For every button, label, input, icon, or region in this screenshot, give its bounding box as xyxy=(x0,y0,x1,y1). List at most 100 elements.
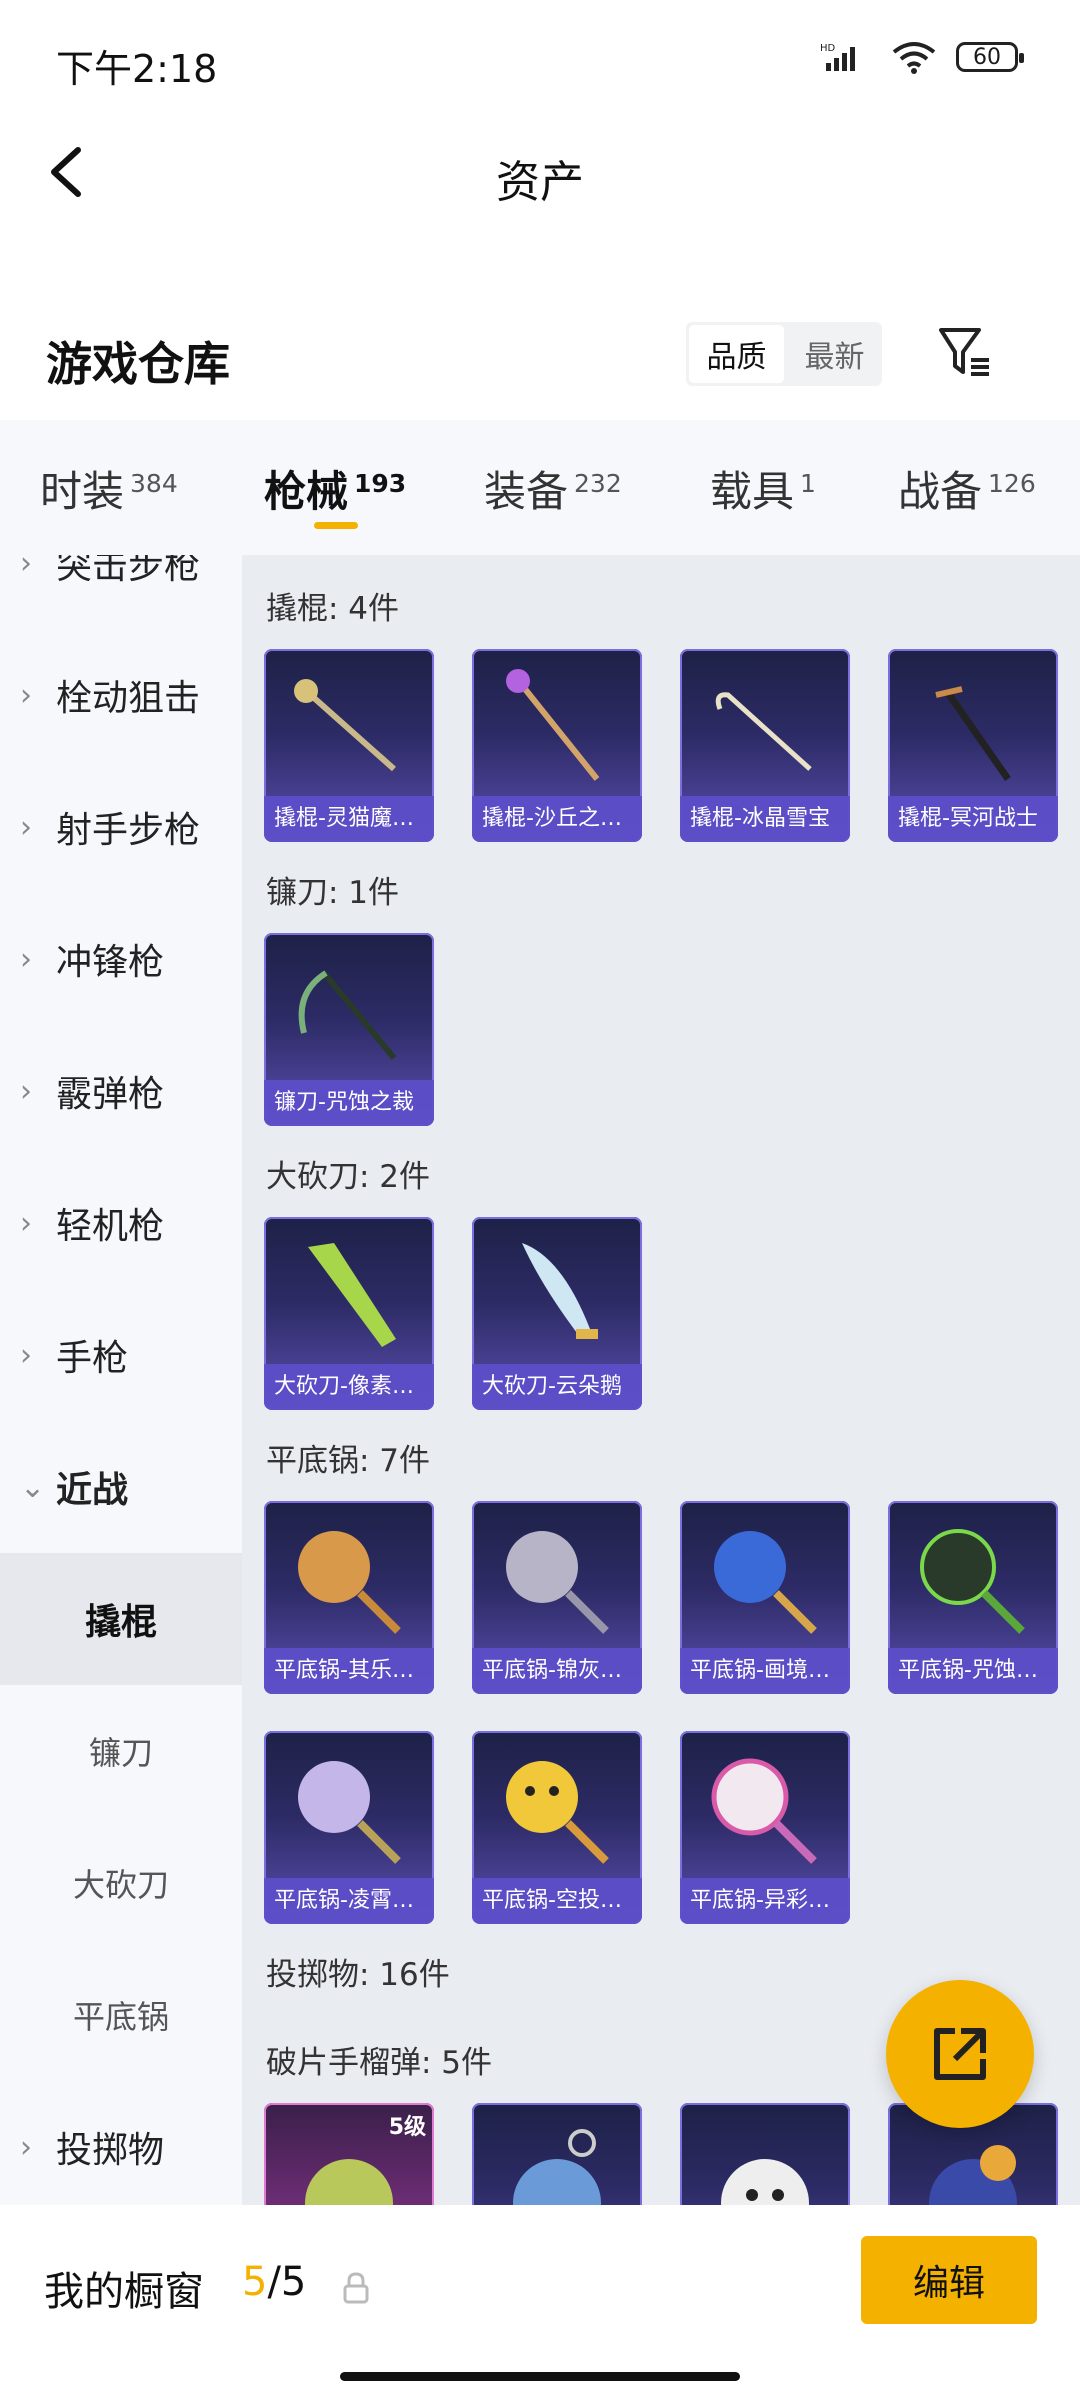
home-indicator xyxy=(340,2372,740,2381)
sidebar-item-label: 射手步枪 xyxy=(56,810,201,851)
sidebar-item-smg[interactable]: › 冲锋枪 xyxy=(0,893,242,1025)
item-card[interactable]: 大砍刀-像素… xyxy=(264,1217,434,1410)
tab-label: 装备 xyxy=(484,467,569,516)
edit-button[interactable]: 编辑 xyxy=(861,2236,1037,2324)
item-name: 平底锅-咒蚀… xyxy=(888,1648,1058,1694)
chevron-right-icon: › xyxy=(20,555,32,581)
machete-icon xyxy=(308,1243,396,1347)
showcase-title: 我的橱窗 xyxy=(44,2269,204,2315)
sidebar-item-bolt-sniper[interactable]: › 栓动狙击 xyxy=(0,629,242,761)
sidebar-item-label: 冲锋枪 xyxy=(56,942,165,983)
page-title: 资产 xyxy=(496,157,584,208)
sidebar-sub-sickle[interactable]: 镰刀 xyxy=(0,1685,242,1817)
item-card[interactable]: 5级 xyxy=(264,2103,434,2205)
sort-quality-button[interactable]: 品质 xyxy=(689,325,784,383)
item-card[interactable]: 镰刀-咒蚀之裁 xyxy=(264,933,434,1126)
item-card[interactable]: 平底锅-空投… xyxy=(472,1731,642,1924)
sidebar-item-label: 投掷物 xyxy=(56,2130,165,2171)
grenade-icon xyxy=(513,2129,601,2205)
item-card[interactable]: 平底锅-异彩… xyxy=(680,1731,850,1924)
sidebar-item-throwables[interactable]: › 投掷物 xyxy=(0,2081,242,2205)
item-name: 平底锅-锦灰… xyxy=(472,1648,642,1694)
tab-guns[interactable]: 枪械 193 xyxy=(264,458,406,519)
sort-toggle: 品质 最新 xyxy=(686,322,882,386)
tab-label: 载具 xyxy=(710,467,795,516)
sidebar-item-label: 近战 xyxy=(56,1470,129,1511)
frying-pan-icon xyxy=(298,1531,401,1634)
sidebar-item-melee[interactable]: ⌄ 近战 xyxy=(0,1421,242,1553)
status-icons: HD 60 xyxy=(820,40,1024,74)
tab-label: 枪械 xyxy=(264,467,349,516)
section-title-throwables: 投掷物: 16件 xyxy=(266,1957,450,1993)
wifi-icon xyxy=(892,42,936,74)
item-name: 平底锅-画境… xyxy=(680,1648,850,1694)
warehouse-title: 游戏仓库 xyxy=(46,337,230,391)
item-card[interactable]: 平底锅-画境… xyxy=(680,1501,850,1694)
item-name: 撬棍-冰晶雪宝 xyxy=(680,796,850,842)
section-title-machete: 大砍刀: 2件 xyxy=(266,1159,431,1195)
section-title-pan: 平底锅: 7件 xyxy=(266,1443,431,1479)
item-card[interactable]: 撬棍-灵猫魔… xyxy=(264,649,434,842)
chevron-right-icon: › xyxy=(20,677,32,713)
item-card[interactable] xyxy=(680,2103,850,2205)
item-card[interactable]: 平底锅-凌霄… xyxy=(264,1731,434,1924)
sidebar-item-label: 栓动狙击 xyxy=(56,678,201,719)
tab-count: 1 xyxy=(800,469,816,498)
sidebar-sub-crowbar[interactable]: 撬棍 xyxy=(0,1553,242,1685)
frying-pan-icon xyxy=(298,1761,401,1864)
chevron-right-icon: › xyxy=(20,941,32,977)
item-name: 镰刀-咒蚀之裁 xyxy=(264,1080,434,1126)
tab-label: 时装 xyxy=(40,467,125,516)
crowbar-icon xyxy=(935,686,1011,782)
filter-icon[interactable] xyxy=(935,322,995,382)
crowbar-icon xyxy=(715,692,812,771)
svg-text:HD: HD xyxy=(820,43,836,54)
tab-fashion[interactable]: 时装 384 xyxy=(40,458,178,519)
item-name: 平底锅-凌霄… xyxy=(264,1878,434,1924)
sidebar-item-pistol[interactable]: › 手枪 xyxy=(0,1289,242,1421)
category-tabs: 时装 384 枪械 193 装备 232 载具 1 战备 126 xyxy=(0,420,1080,555)
showcase-count: 5/5 xyxy=(242,2259,306,2305)
tab-equipment[interactable]: 装备 232 xyxy=(484,458,622,519)
item-card[interactable] xyxy=(472,2103,642,2205)
item-name: 撬棍-灵猫魔… xyxy=(264,796,434,842)
grenade-icon xyxy=(721,2159,809,2205)
machete-icon xyxy=(522,1243,598,1339)
status-bar: 下午2:18 HD 60 xyxy=(0,0,1080,120)
chevron-right-icon: › xyxy=(20,809,32,845)
status-time: 下午2:18 xyxy=(56,47,218,91)
warehouse-header: 游戏仓库 品质 最新 xyxy=(0,300,1080,410)
sidebar-sub-machete[interactable]: 大砍刀 xyxy=(0,1817,242,1949)
share-button[interactable] xyxy=(886,1980,1034,2128)
chevron-right-icon: › xyxy=(20,2129,32,2165)
frying-pan-icon xyxy=(714,1531,817,1634)
sidebar-item-assault-rifle[interactable]: › 突击步枪 xyxy=(0,555,242,629)
sidebar-item-shotgun[interactable]: › 霰弹枪 xyxy=(0,1025,242,1157)
chevron-right-icon: › xyxy=(20,1073,32,1109)
item-card[interactable]: 大砍刀-云朵鹅 xyxy=(472,1217,642,1410)
chevron-down-icon: ⌄ xyxy=(20,1469,46,1505)
frying-pan-icon xyxy=(920,1529,1025,1634)
signal-icon: HD xyxy=(820,43,855,71)
battery-icon: 60 xyxy=(956,42,1024,72)
sort-newest-button[interactable]: 最新 xyxy=(787,322,882,386)
item-card[interactable]: 撬棍-冥河战士 xyxy=(888,649,1058,842)
tab-combat-gear[interactable]: 战备 126 xyxy=(898,458,1036,519)
tab-count: 232 xyxy=(574,469,622,498)
grenade-icon xyxy=(305,2159,393,2205)
item-card[interactable]: 平底锅-其乐… xyxy=(264,1501,434,1694)
tab-count: 126 xyxy=(988,469,1036,498)
sidebar-item-lmg[interactable]: › 轻机枪 xyxy=(0,1157,242,1289)
sidebar-item-marksman-rifle[interactable]: › 射手步枪 xyxy=(0,761,242,893)
item-card[interactable]: 平底锅-咒蚀… xyxy=(888,1501,1058,1694)
item-card[interactable]: 撬棍-冰晶雪宝 xyxy=(680,649,850,842)
tab-count: 193 xyxy=(354,469,407,498)
battery-level: 60 xyxy=(973,44,1001,70)
frying-pan-icon xyxy=(506,1761,609,1864)
item-name: 平底锅-空投… xyxy=(472,1878,642,1924)
item-card[interactable]: 撬棍-沙丘之… xyxy=(472,649,642,842)
sidebar-item-label: 霰弹枪 xyxy=(56,1074,165,1115)
item-card[interactable]: 平底锅-锦灰… xyxy=(472,1501,642,1694)
tab-vehicles[interactable]: 载具 1 xyxy=(710,458,816,519)
sidebar-sub-pan[interactable]: 平底锅 xyxy=(0,1949,242,2081)
